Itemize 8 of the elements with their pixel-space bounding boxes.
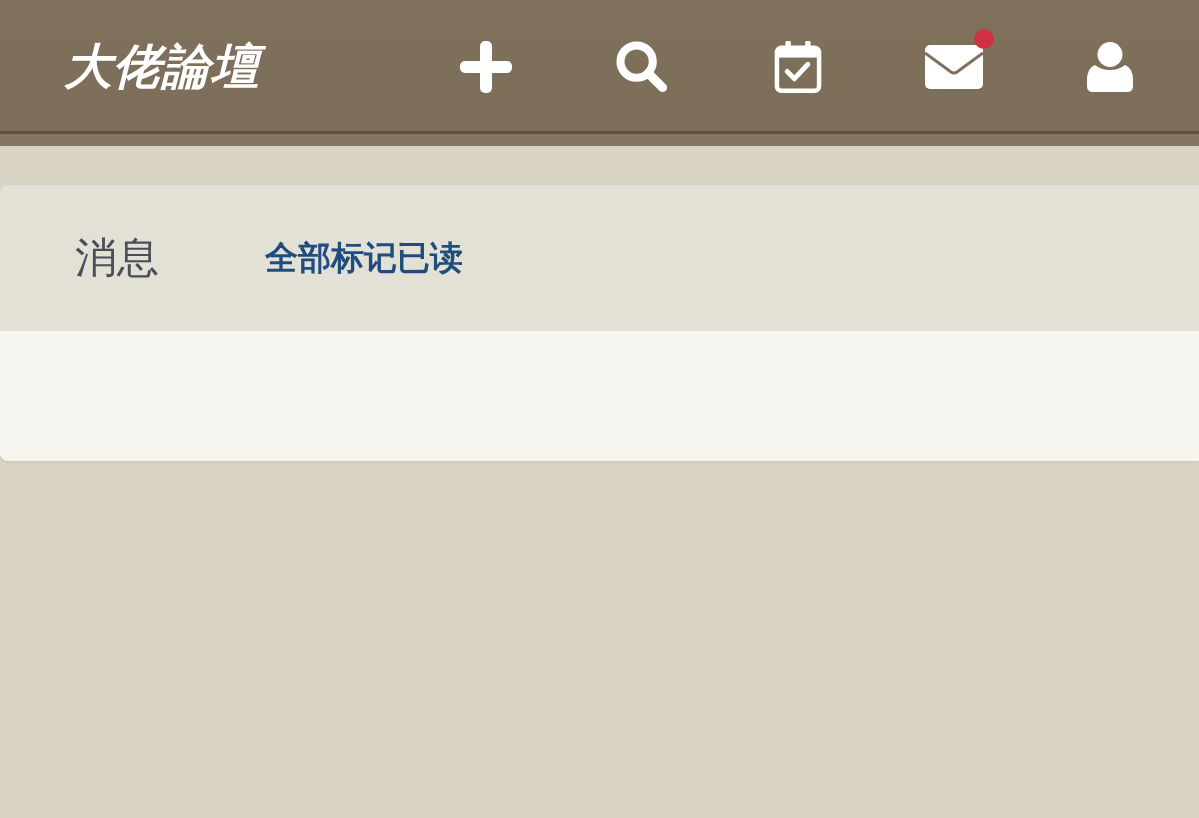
- user-icon: [1087, 41, 1133, 92]
- mark-all-read-link[interactable]: 全部标记已读: [265, 238, 463, 278]
- plus-icon: [460, 40, 512, 93]
- site-logo[interactable]: 大佬論壇: [62, 35, 270, 98]
- panel-title: 消息: [75, 232, 159, 284]
- envelope-icon: [925, 44, 983, 89]
- calendar-check-icon: [772, 40, 824, 93]
- search-icon: [616, 40, 668, 93]
